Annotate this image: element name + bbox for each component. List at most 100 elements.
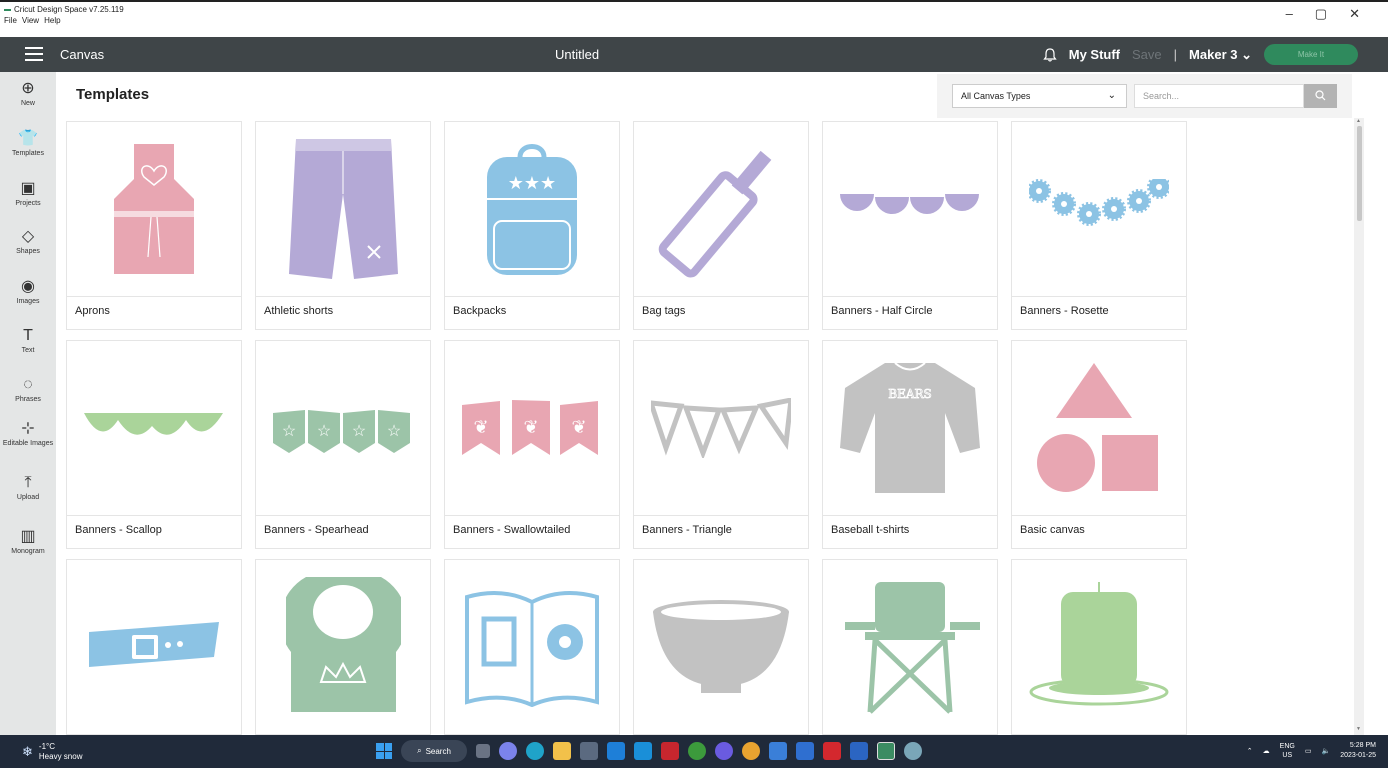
app-l-icon[interactable] [634, 742, 652, 760]
template-label: Aprons [75, 305, 110, 317]
scroll-up-icon[interactable]: ▲ [1356, 118, 1361, 124]
calculator-icon[interactable] [580, 742, 598, 760]
xbox-icon[interactable] [688, 742, 706, 760]
canvas-type-select[interactable]: All Canvas Types ⌄ [952, 84, 1127, 108]
template-card[interactable] [444, 559, 620, 735]
sidebar-item-new[interactable]: ⊕ New [0, 80, 56, 107]
taskbar-search[interactable]: ⌕ Search [401, 740, 467, 762]
template-label: Bag tags [642, 305, 686, 317]
template-card[interactable]: Banners - Rosette [1011, 121, 1187, 330]
app-icon [4, 8, 11, 11]
maximize-button[interactable]: ▢ [1315, 6, 1327, 22]
template-card[interactable] [66, 559, 242, 735]
sidebar-item-label: Images [16, 298, 40, 305]
cloud-icon[interactable]: ☁ [1263, 747, 1270, 755]
mail-icon[interactable] [607, 742, 625, 760]
minimize-button[interactable]: – [1286, 6, 1293, 22]
svg-text:★★★: ★★★ [508, 173, 556, 194]
svg-text:☆: ☆ [282, 423, 296, 440]
cricut-app-icon[interactable] [877, 742, 895, 760]
sidebar-item-monogram[interactable]: ▥ Monogram [0, 528, 56, 555]
template-card[interactable]: Basic canvas [1011, 340, 1187, 549]
menu-view[interactable]: View [22, 16, 39, 25]
hamburger-menu-icon[interactable] [25, 47, 43, 61]
notepad-icon[interactable] [796, 742, 814, 760]
template-card[interactable]: Athletic shorts [255, 121, 431, 330]
close-button[interactable]: ✕ [1349, 6, 1360, 22]
template-card[interactable]: BEARS Baseball t-shirts [822, 340, 998, 549]
template-card[interactable]: Bag tags [633, 121, 809, 330]
language-label: ENG [1279, 743, 1295, 750]
template-card[interactable] [633, 559, 809, 735]
template-card[interactable] [1011, 559, 1187, 735]
template-card[interactable]: Banners - Scallop [66, 340, 242, 549]
scrollbar[interactable]: ▲ ▼ [1354, 118, 1364, 735]
window-title-text: Cricut Design Space v7.25.119 [14, 5, 124, 14]
search-icon [1315, 90, 1326, 101]
sidebar-item-images[interactable]: ◉ Images [0, 278, 56, 305]
sidebar-item-editable-images[interactable]: ⊹ Editable Images [0, 420, 56, 447]
sidebar-item-label: Templates [12, 150, 44, 157]
template-card[interactable] [822, 559, 998, 735]
template-label: Backpacks [453, 305, 507, 317]
svg-text:❦: ❦ [571, 417, 586, 437]
teams-chat-icon[interactable] [499, 742, 517, 760]
language-indicator[interactable]: ENG US [1280, 742, 1295, 760]
menu-help[interactable]: Help [44, 16, 60, 25]
sidebar-item-label: Editable Images [2, 440, 54, 447]
save-button[interactable]: Save [1132, 47, 1162, 62]
chrome-icon[interactable] [742, 742, 760, 760]
sidebar-item-label: Upload [16, 494, 40, 501]
mcafee-icon[interactable] [661, 742, 679, 760]
speech-bubble-icon: ◌ [23, 376, 33, 393]
machine-selector[interactable]: Maker 3 ⌄ [1189, 47, 1252, 63]
file-explorer-icon[interactable] [553, 742, 571, 760]
scroll-down-icon[interactable]: ▼ [1356, 726, 1361, 732]
windows-taskbar: ❄ -1°C Heavy snow ⌕ Search ⌃ ☁ ENG US ▭ … [0, 735, 1388, 768]
banner-scallop-icon [67, 341, 241, 516]
word-icon[interactable] [850, 742, 868, 760]
search-button[interactable] [1304, 84, 1337, 108]
svg-text:☆: ☆ [317, 423, 331, 440]
svg-text:☆: ☆ [387, 423, 401, 440]
copilot-icon[interactable] [715, 742, 733, 760]
sidebar-item-templates[interactable]: 👕 Templates [0, 130, 56, 157]
sidebar-item-text[interactable]: T Text [0, 327, 56, 354]
windows-start-icon[interactable] [376, 743, 392, 759]
task-view-icon[interactable] [476, 744, 490, 758]
belt-icon [67, 560, 241, 735]
sidebar-item-phrases[interactable]: ◌ Phrases [0, 376, 56, 403]
volume-icon[interactable]: 🔈 [1321, 747, 1330, 755]
bell-icon[interactable] [1043, 47, 1057, 62]
clock[interactable]: 5:28 PM 2023-01-25 [1340, 741, 1376, 761]
weather-widget[interactable]: ❄ -1°C Heavy snow [22, 742, 82, 762]
template-card[interactable]: ❦ ❦ ❦ Banners - Swallowtailed [444, 340, 620, 549]
menubar: File View Help [4, 16, 61, 25]
template-card[interactable]: ★★★ Backpacks [444, 121, 620, 330]
scrollbar-thumb[interactable] [1357, 126, 1362, 221]
template-card[interactable]: Banners - Half Circle [822, 121, 998, 330]
make-it-button[interactable]: Make It [1264, 44, 1358, 65]
search-input[interactable]: Search... [1134, 84, 1304, 108]
store-icon[interactable] [769, 742, 787, 760]
sidebar-item-projects[interactable]: ▣ Projects [0, 180, 56, 207]
sidebar-item-shapes[interactable]: ◇ Shapes [0, 228, 56, 255]
window-title: Cricut Design Space v7.25.119 [4, 5, 124, 14]
projects-icon: ▣ [20, 180, 36, 197]
chat-app-icon[interactable] [904, 742, 922, 760]
template-label: Banners - Spearhead [264, 524, 369, 536]
sidebar-item-label: Shapes [16, 248, 40, 255]
edge-browser-icon[interactable] [526, 742, 544, 760]
my-stuff-button[interactable]: My Stuff [1069, 47, 1120, 62]
network-icon[interactable]: ▭ [1305, 747, 1312, 755]
template-card[interactable]: Aprons [66, 121, 242, 330]
sidebar-item-upload[interactable]: ⤒ Upload [0, 474, 56, 501]
chevron-up-icon[interactable]: ⌃ [1247, 747, 1253, 755]
template-card[interactable]: Banners - Triangle [633, 340, 809, 549]
acrobat-icon[interactable] [823, 742, 841, 760]
sidebar-item-label: Text [21, 347, 35, 354]
header-actions: My Stuff Save | Maker 3 ⌄ Make It [1043, 44, 1358, 65]
template-card[interactable] [255, 559, 431, 735]
menu-file[interactable]: File [4, 16, 17, 25]
template-card[interactable]: ☆ ☆ ☆ ☆ Banners - Spearhead [255, 340, 431, 549]
